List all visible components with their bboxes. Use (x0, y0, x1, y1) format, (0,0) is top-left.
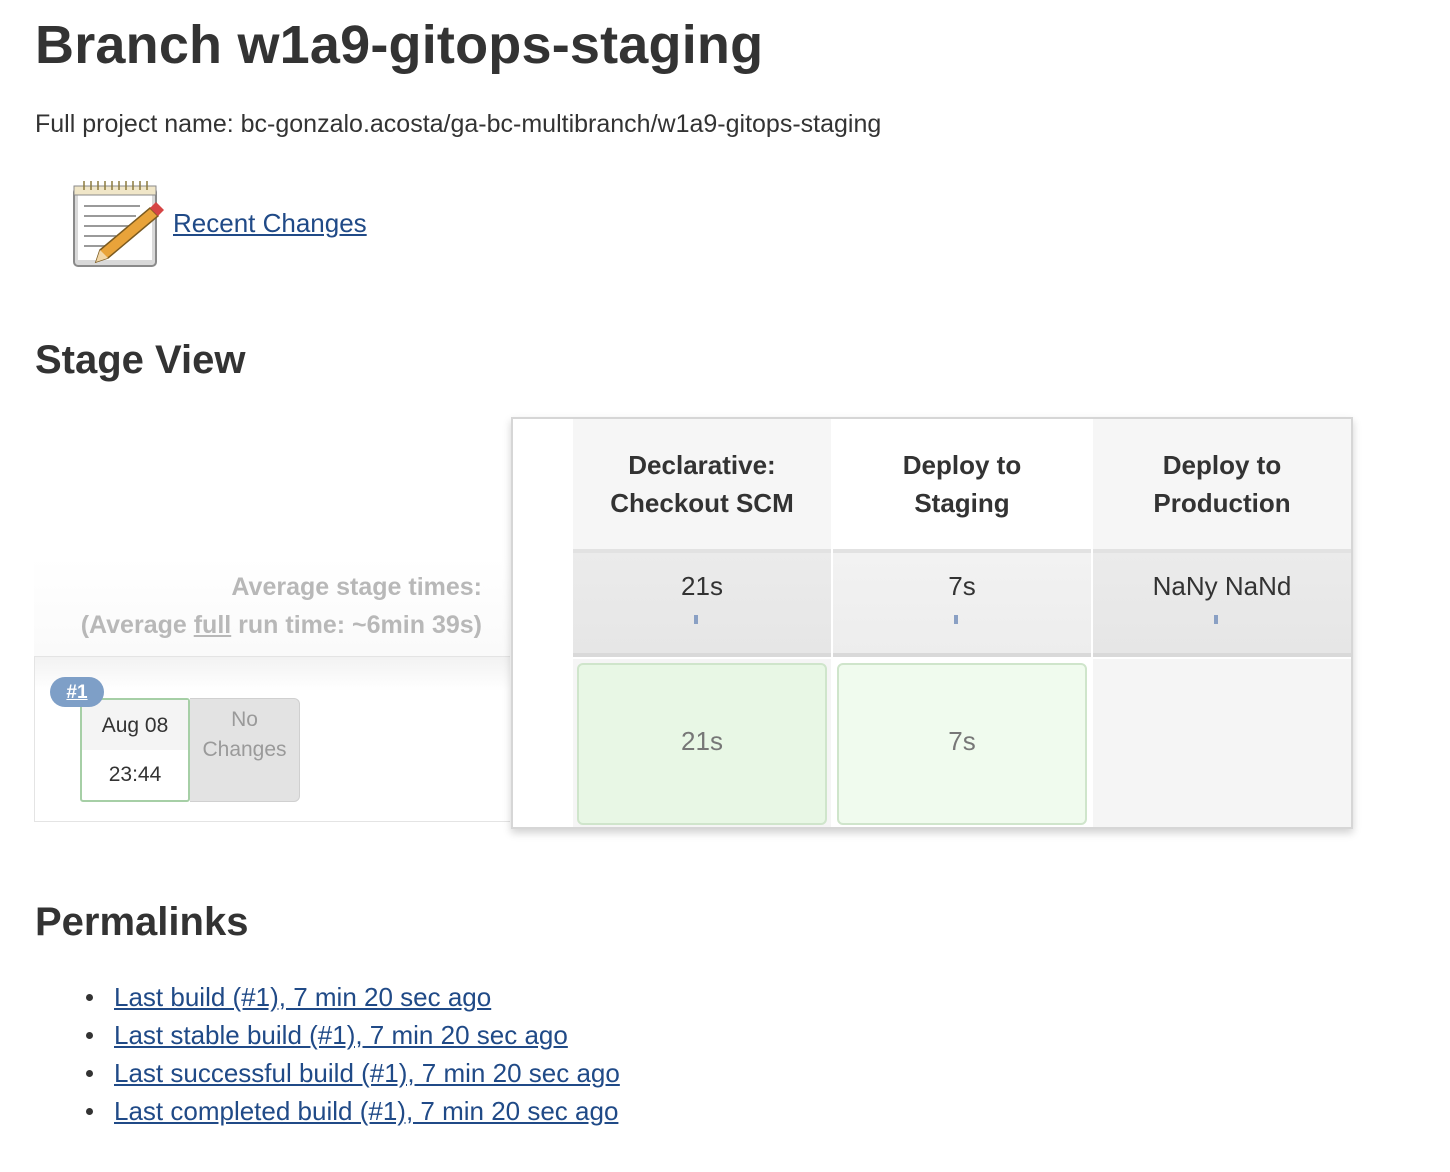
average-bar-tick (1214, 615, 1218, 624)
build-changes-box[interactable]: No Changes (190, 698, 300, 802)
build-date: Aug 08 (82, 700, 188, 750)
average-bar-tick (954, 615, 958, 624)
build-number-link[interactable]: #1 (66, 682, 87, 703)
stage-name-line-2: Checkout SCM (610, 488, 794, 518)
average-prefix: (Average (80, 611, 194, 639)
stage-cell-area (1093, 659, 1351, 827)
stage-average-time: 21s (681, 571, 723, 601)
permalinks-heading: Permalinks (35, 900, 249, 944)
permalink-last-successful-build[interactable]: Last successful build (#1), 7 min 20 sec… (114, 1058, 620, 1088)
average-stage-times-text: Average stage times: (231, 573, 482, 601)
stage-name-line-1: Declarative: (628, 450, 776, 480)
stage-column-checkout: Declarative: Checkout SCM 21s 21s (573, 419, 831, 827)
stage-column-deploy-staging: Deploy to Staging 7s 7s (833, 419, 1091, 827)
build-date-box[interactable]: Aug 08 23:44 (80, 698, 190, 802)
permalink-item: Last stable build (#1), 7 min 20 sec ago (80, 1016, 620, 1054)
full-run-link[interactable]: full (194, 611, 232, 639)
changes-line-2: Changes (202, 738, 287, 761)
build-time: 23:44 (108, 763, 162, 786)
full-project-name: Full project name: bc-gonzalo.acosta/ga-… (35, 110, 882, 138)
stage-cell-area: 21s (573, 659, 831, 827)
stage-average: 7s (833, 553, 1091, 657)
stage-average: NaNy NaNd (1093, 553, 1351, 657)
stage-cell-not-run (1097, 663, 1347, 825)
stage-header: Deploy to Staging (833, 419, 1091, 553)
stage-name-line-2: Production (1153, 488, 1291, 518)
stage-average-time: NaNy NaNd (1152, 571, 1292, 601)
average-suffix: run time: ~6min 39s) (231, 611, 482, 639)
average-stage-times-label: Average stage times: (Average full run t… (40, 568, 482, 644)
stage-average: 21s (573, 553, 831, 657)
average-bar-tick (694, 615, 698, 624)
stage-cell-success[interactable]: 21s (577, 663, 827, 825)
stage-header: Declarative: Checkout SCM (573, 419, 831, 553)
recent-changes-link[interactable]: Recent Changes (173, 208, 367, 239)
stage-name-line-2: Staging (914, 488, 1010, 518)
stage-table: Declarative: Checkout SCM 21s 21s Deploy … (511, 417, 1353, 829)
permalink-last-stable-build[interactable]: Last stable build (#1), 7 min 20 sec ago (114, 1020, 568, 1050)
stage-view-heading: Stage View (35, 338, 246, 382)
permalinks-list: Last build (#1), 7 min 20 sec ago Last s… (80, 978, 620, 1130)
build-number-badge[interactable]: #1 (50, 677, 104, 707)
stage-name-line-1: Deploy to (902, 450, 1022, 480)
stage-average-time: 7s (948, 571, 976, 601)
changes-line-1: No (231, 708, 258, 731)
permalink-item: Last build (#1), 7 min 20 sec ago (80, 978, 620, 1016)
permalink-item: Last successful build (#1), 7 min 20 sec… (80, 1054, 620, 1092)
page-title: Branch w1a9-gitops-staging (35, 15, 764, 75)
stage-cell-success[interactable]: 7s (837, 663, 1087, 825)
stage-cell-area: 7s (833, 659, 1091, 827)
recent-changes-section: Recent Changes (70, 178, 430, 270)
stage-column-deploy-production: Deploy to Production NaNy NaNd (1093, 419, 1351, 827)
build-run-row-shade (35, 657, 510, 691)
permalink-item: Last completed build (#1), 7 min 20 sec … (80, 1092, 620, 1130)
notepad-pencil-icon[interactable] (70, 178, 166, 270)
average-full-run-time: (Average full run time: ~6min 39s) (40, 606, 482, 644)
permalink-last-build[interactable]: Last build (#1), 7 min 20 sec ago (114, 982, 491, 1012)
stage-name-line-1: Deploy to (1162, 450, 1282, 480)
permalink-last-completed-build[interactable]: Last completed build (#1), 7 min 20 sec … (114, 1096, 618, 1126)
stage-header: Deploy to Production (1093, 419, 1351, 553)
